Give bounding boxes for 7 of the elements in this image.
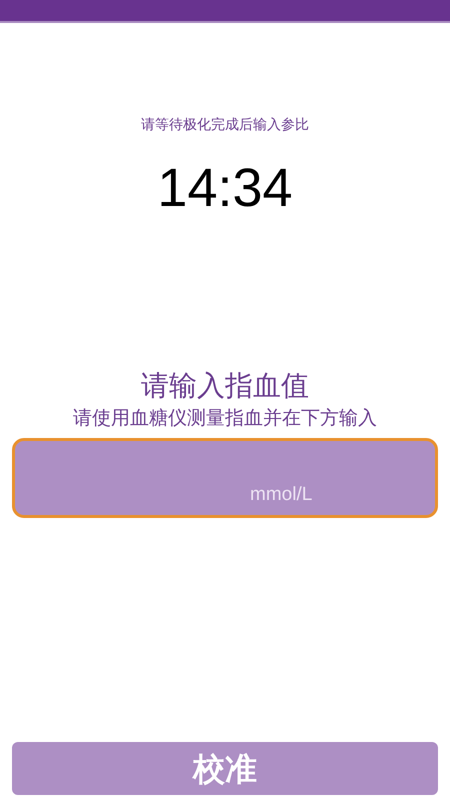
calibrate-button[interactable]: 校准: [12, 742, 438, 795]
unit-label: mmol/L: [250, 482, 312, 506]
prompt-subtitle: 请使用血糖仪测量指血并在下方输入: [73, 406, 377, 430]
status-text: 请等待极化完成后输入参比: [141, 116, 309, 135]
prompt-title: 请输入指血值: [141, 368, 309, 404]
countdown-timer: 14:34: [157, 158, 293, 218]
glucose-input-field[interactable]: mmol/L: [12, 438, 438, 518]
